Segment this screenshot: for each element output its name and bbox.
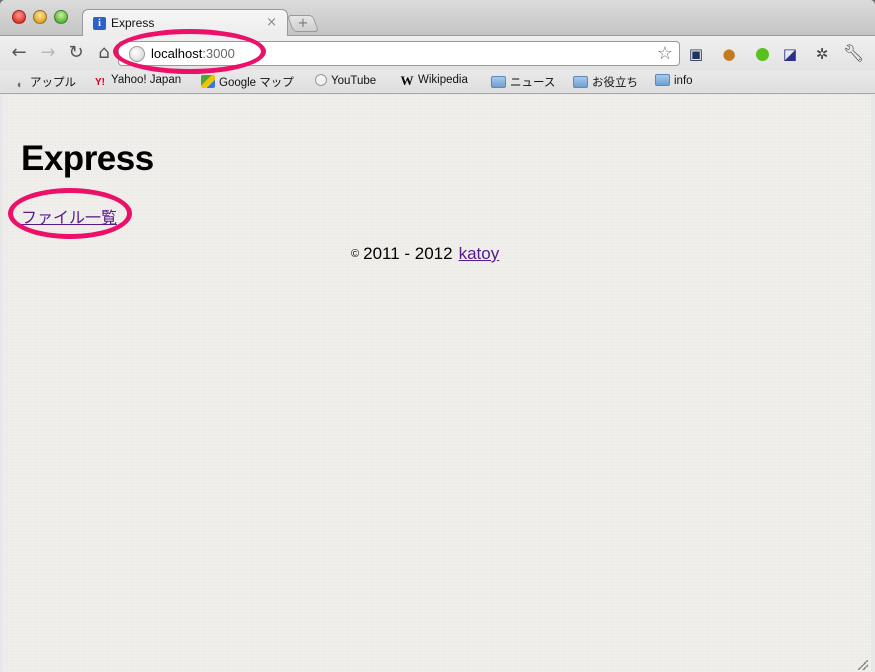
page-content: Express ファイル一覧 © 2011 - 2012 katoy xyxy=(3,95,871,672)
bookmark-youtube[interactable]: YouTube xyxy=(315,74,376,90)
forward-button[interactable]: → xyxy=(37,42,59,64)
bookmark-wikipedia[interactable]: W Wikipedia xyxy=(400,74,468,90)
bookmark-label: Google マップ xyxy=(219,77,294,89)
back-button[interactable]: ← xyxy=(8,42,30,64)
apple-icon: ◖ xyxy=(15,79,23,91)
plus-icon: + xyxy=(297,16,309,31)
browser-window: i Express × + ← → ↻ ⌂ localhost:3000 ☆ ▣… xyxy=(0,0,875,672)
bookmarks-bar: ◖ アップル Y! Yahoo! Japan Google マップ YouTube … xyxy=(0,70,875,94)
page-title: Express xyxy=(21,139,154,178)
close-window-button[interactable] xyxy=(12,10,26,24)
reload-button[interactable]: ↻ xyxy=(65,42,87,64)
bookmark-google-maps[interactable]: Google マップ xyxy=(201,74,294,90)
url-host: localhost xyxy=(151,46,203,61)
camera-icon[interactable]: ▣ xyxy=(686,44,706,64)
bookmark-apple[interactable]: ◖ アップル xyxy=(12,74,76,91)
bookmark-label: YouTube xyxy=(331,75,377,87)
bookmark-label: Wikipedia xyxy=(418,74,468,86)
home-button[interactable]: ⌂ xyxy=(93,42,115,64)
author-link[interactable]: katoy xyxy=(459,244,500,263)
bookmark-folder-useful[interactable]: お役立ち xyxy=(573,74,638,90)
info-icon: i xyxy=(93,17,106,30)
copyright-symbol: © xyxy=(351,248,360,260)
bookmark-folder-news[interactable]: ニュース xyxy=(491,74,555,90)
bookmark-label: アップル xyxy=(30,77,76,89)
bookmark-folder-info[interactable]: info xyxy=(655,74,693,90)
footer-years: 2011 - 2012 xyxy=(363,244,453,263)
bug-icon[interactable]: ✲ xyxy=(812,44,832,64)
folder-icon xyxy=(491,76,506,88)
close-tab-icon[interactable]: × xyxy=(266,15,277,30)
folder-icon xyxy=(573,76,588,88)
file-list-link[interactable]: ファイル一覧 xyxy=(21,204,117,228)
bookmark-yahoo[interactable]: Y! Yahoo! Japan xyxy=(93,74,181,90)
tab-express[interactable]: i Express × xyxy=(82,9,288,37)
google-maps-icon xyxy=(201,75,215,88)
bookmark-label: Yahoo! Japan xyxy=(111,74,182,86)
footer: © 2011 - 2012 katoy xyxy=(351,244,499,264)
globe-icon xyxy=(315,74,327,86)
bookmark-label: ニュース xyxy=(510,77,556,89)
wikipedia-icon: W xyxy=(400,73,414,88)
new-tab-button[interactable]: + xyxy=(286,15,320,32)
minimize-window-button[interactable] xyxy=(33,10,47,24)
toolbar: ← → ↻ ⌂ localhost:3000 ☆ ▣ ● ◪ ✲ 🔧︎ xyxy=(0,36,875,70)
tab-title: Express xyxy=(111,16,155,30)
green-dot-icon[interactable] xyxy=(752,44,772,64)
url-text[interactable]: localhost:3000 xyxy=(151,46,235,61)
cookie-icon[interactable]: ● xyxy=(719,44,739,64)
chart-icon[interactable]: ◪ xyxy=(780,44,800,64)
resize-grip-icon[interactable] xyxy=(858,660,868,670)
bookmark-label: お役立ち xyxy=(592,77,638,89)
yahoo-icon: Y! xyxy=(95,77,105,88)
tab-strip: i Express × + xyxy=(0,0,875,37)
wrench-icon[interactable]: 🔧︎ xyxy=(843,44,865,64)
globe-icon xyxy=(129,46,145,62)
url-port: :3000 xyxy=(202,46,235,61)
zoom-window-button[interactable] xyxy=(54,10,68,24)
address-bar[interactable]: localhost:3000 ☆ xyxy=(118,41,680,66)
bookmark-star-icon[interactable]: ☆ xyxy=(657,43,673,64)
bookmark-label: info xyxy=(674,75,693,87)
folder-icon xyxy=(655,74,670,86)
